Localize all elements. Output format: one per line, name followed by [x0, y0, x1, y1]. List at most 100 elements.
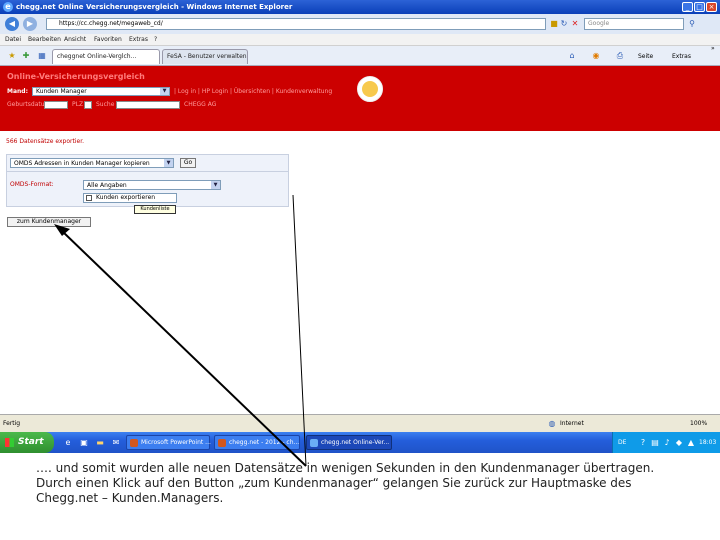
export-checkbox[interactable] — [86, 195, 92, 201]
network-tray-icon[interactable]: ▤ — [649, 437, 661, 449]
chevron-down-icon: ▼ — [164, 159, 173, 167]
globe-icon: ◍ — [548, 419, 556, 428]
action-select-value: OMDS Adressen in Kunden Manager kopieren — [14, 160, 150, 167]
favorites-star-icon[interactable]: ★ — [6, 50, 18, 62]
plz-label: PLZ — [72, 101, 84, 108]
address-input[interactable]: https://cc.chegg.net/megaweb_cd/ — [46, 18, 546, 30]
tab-benutzer-verwalten[interactable]: FeSA - Benutzer verwalten — [162, 49, 248, 64]
chevron-down-icon: ▼ — [211, 181, 220, 189]
mandant-select[interactable]: Kunden Manager ▼ — [32, 87, 170, 96]
quicklaunch-desktop-icon[interactable]: ▣ — [78, 437, 90, 449]
language-indicator[interactable]: DE — [618, 439, 626, 447]
search-icon[interactable]: ⚲ — [686, 18, 698, 30]
window-title-bar: e chegg.net Online Versicherungsvergleic… — [0, 0, 720, 14]
slide-caption: …. und somit wurden alle neuen Datensätz… — [36, 461, 716, 506]
divider — [7, 171, 288, 172]
quicklaunch-mail-icon[interactable]: ✉ — [110, 437, 122, 449]
format-label: OMDS-Format: — [10, 181, 54, 188]
task-chegg-2012[interactable]: chegg.net - 2012 - ch... — [214, 435, 300, 450]
action-select[interactable]: OMDS Adressen in Kunden Manager kopieren… — [10, 158, 174, 168]
app-title: Online-Versicherungsvergleich — [7, 72, 145, 81]
taskbar: Start e ▣ ▬ ✉ Microsoft PowerPoint ... c… — [0, 432, 720, 453]
chevron-down-icon: ▼ — [160, 88, 169, 95]
task-powerpoint[interactable]: Microsoft PowerPoint ... — [126, 435, 211, 450]
page-content: Online-Versicherungsvergleich Mand: Kund… — [0, 66, 720, 414]
tooltip: Kundenliste — [134, 205, 176, 214]
plz-input[interactable] — [84, 101, 92, 109]
geburtsdatum-input[interactable] — [44, 101, 68, 109]
volume-tray-icon[interactable]: ♪ — [661, 437, 673, 449]
tab-label: cheggnet Online-Verglch... — [57, 53, 137, 60]
menu-ansicht[interactable]: Ansicht — [64, 36, 86, 44]
caption-line-3: Chegg.net – Kunden.Managers. — [36, 491, 224, 505]
screenshot: e chegg.net Online Versicherungsvergleic… — [0, 0, 720, 453]
zone-text: Internet — [560, 420, 584, 427]
app-banner: Online-Versicherungsvergleich Mand: Kund… — [0, 66, 720, 131]
task-label: Microsoft PowerPoint ... — [141, 439, 211, 446]
mandant-value: Kunden Manager — [36, 88, 87, 95]
task-ie-chegg[interactable]: chegg.net Online-Ver... — [306, 435, 392, 450]
export-title: 566 Datensätze exportier. — [6, 138, 85, 145]
zoom-level[interactable]: 100% — [690, 420, 707, 428]
caption-line-1: …. und somit wurden alle neuen Datensätz… — [36, 461, 655, 475]
suche-label: Suche — [96, 101, 115, 108]
print-icon[interactable]: ⎙ — [614, 50, 626, 62]
data-select[interactable]: Alle Angaben ▼ — [83, 180, 221, 190]
search-input[interactable]: Google — [584, 18, 684, 30]
tools-menu[interactable]: Extras — [672, 53, 691, 61]
home-icon[interactable]: ⌂ — [566, 50, 578, 62]
caption-line-2: Durch einen Klick auf den Button „zum Ku… — [36, 476, 632, 490]
to-kundenmanager-button[interactable]: zum Kundenmanager — [7, 217, 91, 227]
go-button[interactable]: Go — [180, 158, 196, 168]
suche-input[interactable] — [116, 101, 180, 109]
ie-icon — [310, 439, 318, 447]
mandant-label: Mand: — [7, 88, 28, 95]
stop-icon[interactable]: ✕ — [569, 18, 581, 30]
menu-bearbeiten[interactable]: Bearbeiten — [28, 36, 61, 44]
task-label: chegg.net - 2012 - ch... — [229, 439, 300, 446]
start-button[interactable]: Start — [0, 432, 54, 453]
tab-label: FeSA - Benutzer verwalten — [167, 53, 247, 60]
clock: 18:03 — [699, 439, 717, 446]
help-tray-icon[interactable]: ? — [637, 437, 649, 449]
export-panel: OMDS Adressen in Kunden Manager kopieren… — [6, 154, 289, 207]
tab-online-vergleich[interactable]: cheggnet Online-Verglch... — [52, 49, 160, 64]
menu-favoriten[interactable]: Favoriten — [94, 36, 122, 44]
close-button[interactable]: × — [706, 2, 717, 12]
menu-bar: Datei Bearbeiten Ansicht Favoriten Extra… — [0, 34, 720, 46]
powerpoint-icon — [130, 439, 138, 447]
menu-datei[interactable]: Datei — [5, 36, 21, 44]
ie-logo-icon: e — [3, 2, 13, 12]
status-text: Fertig — [3, 420, 21, 427]
safely-remove-tray-icon[interactable]: ▲ — [685, 437, 697, 449]
search-placeholder: Google — [588, 20, 610, 27]
chegg-logo — [357, 76, 383, 102]
logo-mark — [362, 81, 378, 97]
company-name: CHEGG AG — [184, 101, 217, 108]
powerpoint-icon — [218, 439, 226, 447]
system-tray: DE ? ▤ ♪ ◆ ▲ 18:03 — [612, 432, 720, 453]
maximize-button[interactable]: □ — [694, 2, 705, 12]
more-chevron-icon[interactable]: » — [711, 45, 715, 53]
quicklaunch-folder-icon[interactable]: ▬ — [94, 437, 106, 449]
feeds-icon[interactable]: ◉ — [590, 50, 602, 62]
task-label: chegg.net Online-Ver... — [321, 439, 390, 446]
tab-row: ★ ✚ ▦ cheggnet Online-Verglch... FeSA - … — [0, 45, 720, 66]
quick-tabs-icon[interactable]: ▦ — [36, 50, 48, 62]
page-menu[interactable]: Seite — [638, 53, 653, 61]
url-text: https://cc.chegg.net/megaweb_cd/ — [59, 20, 163, 27]
shield-tray-icon[interactable]: ◆ — [673, 437, 685, 449]
quicklaunch-ie-icon[interactable]: e — [62, 437, 74, 449]
minimize-button[interactable]: _ — [682, 2, 693, 12]
forward-button[interactable]: ▶ — [23, 17, 37, 31]
start-label: Start — [18, 437, 44, 447]
back-button[interactable]: ◀ — [5, 17, 19, 31]
header-links[interactable]: | Log in | HP Login | Übersichten | Kund… — [174, 88, 332, 96]
address-bar-row: ◀ ▶ https://cc.chegg.net/megaweb_cd/ ■ ↻… — [0, 14, 720, 34]
menu-help[interactable]: ? — [154, 36, 157, 44]
export-customers-label: Kunden exportieren — [96, 194, 156, 201]
menu-extras[interactable]: Extras — [129, 36, 148, 44]
data-select-value: Alle Angaben — [87, 182, 127, 189]
add-favorite-icon[interactable]: ✚ — [20, 50, 32, 62]
export-customers-option[interactable]: Kunden exportieren — [83, 193, 177, 203]
